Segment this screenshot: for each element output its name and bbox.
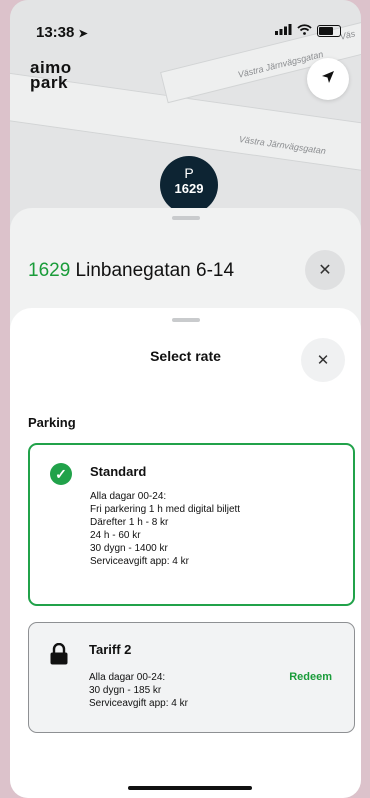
aimo-park-logo: aimo park bbox=[30, 58, 72, 92]
phone-screen: Västra Järnvägsgatan Västra Järnvägsgata… bbox=[10, 0, 361, 798]
redeem-button[interactable]: Redeem bbox=[289, 671, 332, 683]
home-indicator[interactable] bbox=[128, 786, 252, 790]
sheet-grabber[interactable] bbox=[171, 216, 200, 220]
locate-me-button[interactable] bbox=[307, 58, 349, 100]
rate-card-tariff-2[interactable]: Tariff 2 Alla dagar 00-24: 30 dygn - 185… bbox=[28, 622, 355, 733]
section-label: Parking bbox=[28, 415, 76, 430]
zone-title: 1629 Linbanegatan 6-14 bbox=[28, 260, 235, 281]
status-icons bbox=[275, 24, 341, 38]
parking-pin[interactable]: P 1629 bbox=[160, 156, 218, 214]
rate-name: Standard bbox=[90, 464, 147, 479]
location-arrow-icon: ➤ bbox=[78, 28, 88, 40]
checkmark-icon: ✓ bbox=[50, 463, 72, 485]
modal-grabber[interactable] bbox=[171, 318, 200, 322]
close-icon: ✕ bbox=[316, 352, 330, 369]
navigation-arrow-icon bbox=[321, 70, 335, 88]
status-bar: 13:38 ➤ bbox=[10, 0, 361, 46]
rate-card-standard[interactable]: ✓ Standard Alla dagar 00-24: Fri parkeri… bbox=[28, 443, 355, 606]
signal-icon bbox=[275, 24, 292, 38]
pin-number: 1629 bbox=[174, 181, 204, 196]
close-modal-button[interactable]: ✕ bbox=[301, 338, 345, 382]
pin-letter: P bbox=[184, 165, 194, 181]
battery-icon bbox=[317, 25, 341, 37]
rate-description: Alla dagar 00-24: 30 dygn - 185 kr Servi… bbox=[89, 672, 188, 709]
close-zone-button[interactable]: ✕ bbox=[305, 250, 345, 290]
rate-name: Tariff 2 bbox=[89, 642, 132, 657]
wifi-icon bbox=[297, 24, 312, 38]
rate-description: Alla dagar 00-24: Fri parkering 1 h med … bbox=[90, 491, 241, 567]
close-icon: ✕ bbox=[318, 262, 332, 279]
select-rate-modal: Select rate ✕ Parking ✓ Standard Alla da… bbox=[10, 308, 361, 798]
status-time: 13:38 ➤ bbox=[36, 24, 88, 41]
lock-icon bbox=[49, 642, 71, 665]
